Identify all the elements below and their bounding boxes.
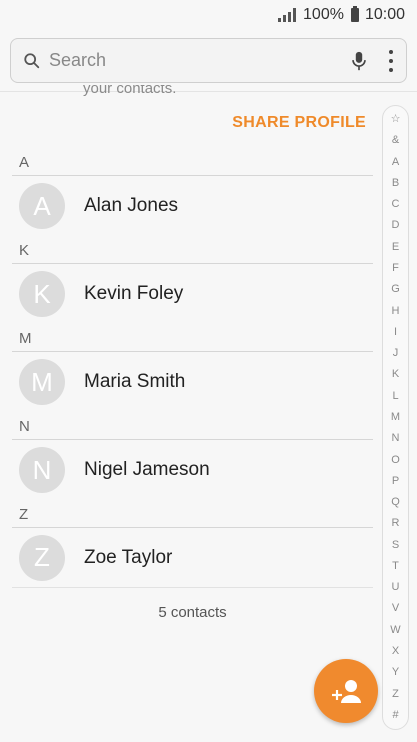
- signal-icon: [278, 8, 297, 22]
- index-letter[interactable]: T: [392, 560, 399, 572]
- avatar: K: [19, 271, 65, 317]
- section-header: A: [12, 148, 373, 176]
- contact-name: Kevin Foley: [84, 283, 184, 304]
- contacts-list: A A Alan Jones K K Kevin Foley M M Maria…: [12, 148, 373, 588]
- add-contact-button[interactable]: [314, 659, 378, 723]
- index-letter[interactable]: B: [392, 177, 399, 189]
- section-header: K: [12, 236, 373, 264]
- index-letter[interactable]: L: [392, 390, 398, 402]
- index-letter[interactable]: R: [392, 518, 400, 529]
- more-options-icon[interactable]: [388, 49, 394, 72]
- index-letter[interactable]: J: [393, 348, 399, 359]
- contact-row-nigel-jameson[interactable]: N Nigel Jameson: [12, 440, 373, 500]
- battery-percent: 100%: [303, 6, 344, 23]
- index-letter[interactable]: A: [392, 156, 399, 168]
- contact-count: 5 contacts: [158, 604, 227, 621]
- index-letter[interactable]: C: [392, 199, 400, 210]
- search-input[interactable]: [49, 50, 348, 71]
- contact-name: Zoe Taylor: [84, 546, 173, 568]
- profile-description: your contacts.: [83, 85, 177, 97]
- index-letter[interactable]: Z: [392, 688, 399, 700]
- alphabet-index-bar[interactable]: ☆ & A B C D E F G H I J K L M N O P Q R S T U V W X Y Z #: [382, 105, 409, 730]
- battery-icon: [350, 6, 359, 22]
- index-letter[interactable]: F: [392, 262, 399, 274]
- index-letter[interactable]: M: [391, 411, 400, 423]
- index-letter[interactable]: H: [392, 305, 400, 317]
- index-letter[interactable]: #: [392, 709, 398, 721]
- index-letter[interactable]: K: [392, 369, 399, 380]
- index-letter[interactable]: G: [391, 284, 400, 295]
- section-header: M: [12, 324, 373, 352]
- contact-row-zoe-taylor[interactable]: Z Zoe Taylor: [12, 528, 373, 588]
- contact-name: Maria Smith: [84, 371, 186, 392]
- avatar: M: [19, 359, 65, 405]
- avatar: N: [19, 447, 65, 493]
- index-letter[interactable]: P: [392, 475, 399, 487]
- avatar: Z: [19, 534, 65, 581]
- index-letter[interactable]: X: [392, 646, 399, 657]
- index-letter[interactable]: Y: [392, 667, 399, 678]
- index-letter[interactable]: Q: [391, 497, 400, 508]
- index-letter[interactable]: O: [391, 454, 400, 466]
- section-header: N: [12, 412, 373, 440]
- index-letter[interactable]: E: [392, 241, 399, 253]
- section-header: Z: [12, 500, 373, 528]
- avatar: A: [19, 183, 65, 229]
- contact-name: Nigel Jameson: [84, 459, 210, 480]
- index-letter[interactable]: N: [392, 433, 400, 444]
- index-letter[interactable]: &: [392, 135, 399, 146]
- contact-row-kevin-foley[interactable]: K Kevin Foley: [12, 264, 373, 324]
- microphone-icon[interactable]: [348, 50, 370, 72]
- search-icon: [24, 52, 40, 68]
- index-letter[interactable]: S: [392, 539, 399, 551]
- index-letter[interactable]: ☆: [391, 114, 401, 125]
- status-bar: 100% 10:00: [0, 0, 417, 30]
- index-letter[interactable]: U: [392, 582, 400, 593]
- index-letter[interactable]: V: [392, 603, 399, 614]
- share-profile-button[interactable]: SHARE PROFILE: [232, 114, 366, 132]
- add-contact-icon: [332, 680, 361, 703]
- contact-name: Alan Jones: [84, 195, 179, 216]
- contact-row-maria-smith[interactable]: M Maria Smith: [12, 352, 373, 412]
- header-divider: [0, 91, 417, 92]
- index-letter[interactable]: W: [390, 624, 400, 636]
- index-letter[interactable]: I: [394, 326, 397, 338]
- clock: 10:00: [364, 6, 405, 23]
- index-letter[interactable]: D: [392, 220, 400, 231]
- search-bar[interactable]: [10, 38, 407, 83]
- contact-row-alan-jones[interactable]: A Alan Jones: [12, 176, 373, 236]
